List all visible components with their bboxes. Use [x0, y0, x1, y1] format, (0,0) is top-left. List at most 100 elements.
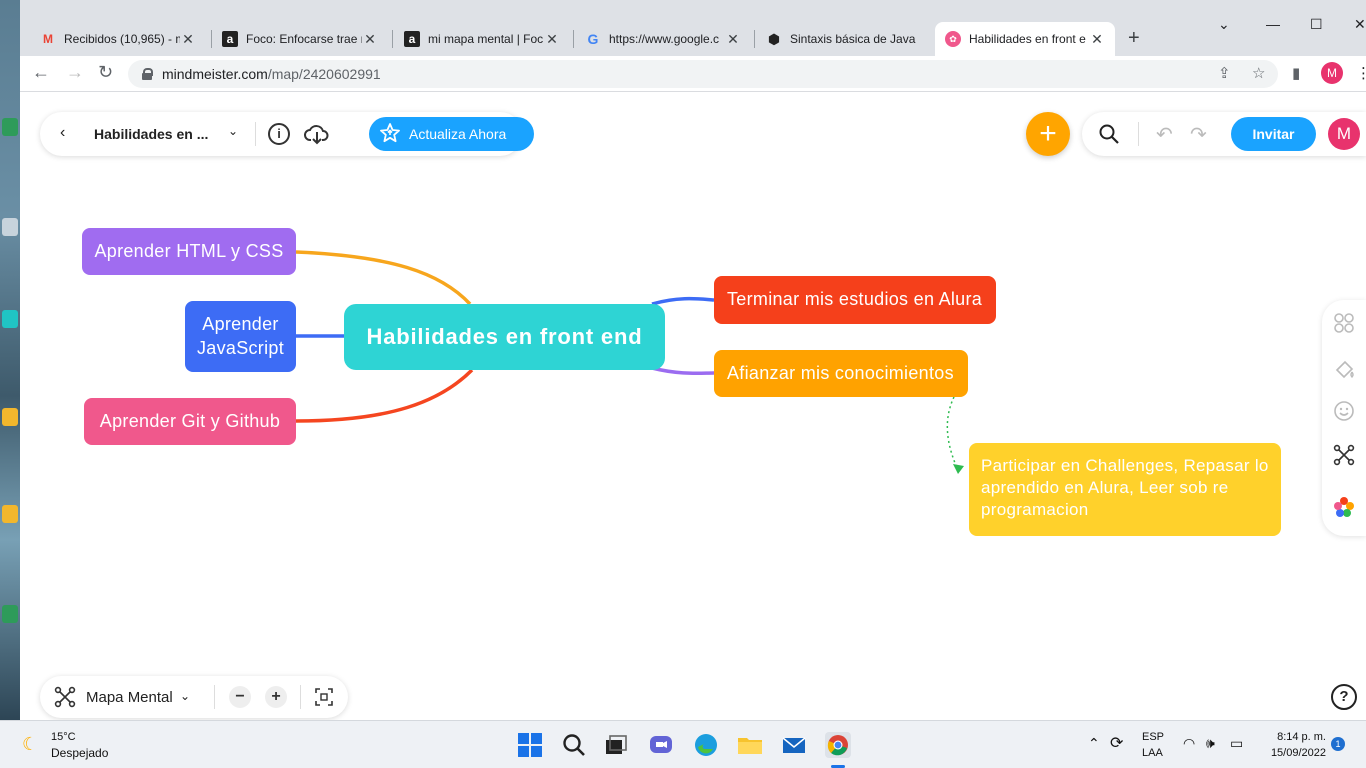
notification-badge[interactable]: 1 — [1331, 737, 1345, 751]
alura-icon: a — [404, 31, 420, 47]
desktop-shortcut-icon[interactable] — [2, 310, 18, 328]
chevron-up-icon[interactable]: ⌃ — [1088, 735, 1100, 752]
back-arrow-icon[interactable]: ← — [32, 62, 50, 83]
wifi-icon[interactable]: ◠ — [1183, 735, 1195, 752]
weather-description[interactable]: Despejado — [51, 746, 108, 760]
layout-selector[interactable]: Mapa Mental — [86, 689, 173, 706]
maximize-button[interactable]: ☐ — [1310, 16, 1323, 33]
forward-arrow-icon[interactable]: → — [66, 62, 84, 83]
close-icon[interactable]: ✕ — [725, 31, 741, 48]
desktop-background — [0, 0, 20, 720]
tab-gmail[interactable]: M Recibidos (10,965) - m ✕ — [30, 22, 206, 56]
weather-temperature[interactable]: 15°C — [51, 731, 76, 743]
new-tab-button[interactable]: + — [1128, 27, 1140, 50]
tab-mapa-mental[interactable]: a mi mapa mental | Foc ✕ — [394, 22, 570, 56]
node-javascript[interactable]: Aprender JavaScript — [185, 301, 296, 372]
chevron-left-icon[interactable]: ‹ — [60, 124, 65, 142]
map-title[interactable]: Habilidades en ... — [94, 126, 208, 142]
desktop-shortcut-icon[interactable] — [2, 505, 18, 523]
teams-chat-icon[interactable] — [648, 732, 674, 758]
close-icon[interactable]: ✕ — [1089, 31, 1105, 48]
connector-git — [295, 368, 474, 423]
volume-icon[interactable]: 🕪 — [1206, 735, 1215, 752]
moon-weather-icon[interactable]: ☾ — [22, 734, 38, 755]
reload-icon[interactable]: ↻ — [98, 62, 113, 83]
mindmap-layout-icon[interactable] — [54, 686, 76, 708]
chevron-down-icon[interactable]: ⌄ — [228, 124, 238, 138]
invite-button[interactable]: Invitar — [1231, 117, 1316, 151]
language-code[interactable]: ESP — [1142, 731, 1164, 743]
node-html-css[interactable]: Aprender HTML y CSS — [82, 228, 296, 275]
mindmap-canvas[interactable]: Aprender HTML y CSS Aprender JavaScript … — [20, 92, 1366, 720]
cloud-download-icon[interactable] — [304, 123, 330, 145]
map-actions-bar: ↶ ↷ Invitar M — [1082, 112, 1366, 156]
redo-icon[interactable]: ↷ — [1190, 122, 1207, 147]
tab-foco[interactable]: a Foco: Enfocarse trae m ✕ — [212, 22, 388, 56]
user-avatar[interactable]: M — [1328, 118, 1360, 150]
info-icon[interactable]: i — [268, 123, 290, 145]
paint-bucket-icon[interactable] — [1333, 358, 1355, 380]
chrome-icon[interactable] — [825, 732, 851, 758]
url-path: /map/2420602991 — [267, 66, 381, 82]
close-icon[interactable]: ✕ — [180, 31, 196, 48]
minimize-button[interactable]: — — [1266, 16, 1280, 32]
desktop-shortcut-icon[interactable] — [2, 408, 18, 426]
chevron-down-icon[interactable]: ⌄ — [180, 689, 190, 703]
keyboard-layout[interactable]: LAA — [1142, 747, 1163, 759]
node-git-github[interactable]: Aprender Git y Github — [84, 398, 296, 445]
battery-icon[interactable]: ▭ — [1230, 735, 1243, 752]
tab-search-chevron-icon[interactable]: ⌄ — [1218, 16, 1230, 33]
node-afianzar[interactable]: Afianzar mis conocimientos — [714, 350, 968, 397]
tab-habilidades[interactable]: ✿ Habilidades en front e ✕ — [935, 22, 1115, 56]
desktop-shortcut-icon[interactable] — [2, 605, 18, 623]
tab-separator — [754, 30, 755, 48]
search-icon[interactable] — [1098, 123, 1120, 145]
sync-icon[interactable]: ⟳ — [1110, 733, 1123, 753]
upgrade-button[interactable]: Actualiza Ahora — [369, 117, 534, 151]
bookmark-star-icon[interactable]: ☆ — [1252, 64, 1265, 82]
share-icon[interactable]: ⇪ — [1218, 64, 1231, 82]
node-root[interactable]: Habilidades en front end — [344, 304, 665, 370]
browser-window: M Recibidos (10,965) - m ✕ a Foco: Enfoc… — [20, 0, 1366, 720]
close-icon[interactable]: ✕ — [362, 31, 378, 48]
zoom-in-button[interactable]: + — [265, 686, 287, 708]
file-explorer-icon[interactable] — [737, 732, 763, 758]
tab-sintaxis[interactable]: ⬢ Sintaxis básica de Java — [756, 22, 932, 56]
address-bar[interactable]: mindmeister.com/map/2420602991 — [128, 60, 1278, 88]
search-icon[interactable] — [561, 732, 587, 758]
add-topic-button[interactable]: + — [1026, 112, 1070, 156]
menu-dots-icon[interactable]: ⋮ — [1356, 64, 1366, 82]
edge-browser-icon[interactable] — [693, 732, 719, 758]
zoom-out-button[interactable]: − — [229, 686, 251, 708]
clock-time[interactable]: 8:14 p. m. — [1266, 731, 1326, 743]
help-button[interactable]: ? — [1331, 684, 1357, 710]
emoji-icon[interactable] — [1333, 400, 1355, 422]
tab-google[interactable]: G https://www.google.c ✕ — [575, 22, 751, 56]
node-participar[interactable]: Participar en Challenges, Repasar lo apr… — [969, 443, 1281, 536]
fit-to-screen-icon[interactable] — [315, 688, 333, 706]
close-window-button[interactable]: ✕ — [1354, 16, 1366, 33]
view-controls-bar: Mapa Mental ⌄ − + — [40, 676, 348, 718]
desktop-shortcut-icon[interactable] — [2, 118, 18, 136]
mail-icon[interactable] — [781, 732, 807, 758]
clock-date[interactable]: 15/09/2022 — [1262, 747, 1326, 759]
lock-icon[interactable] — [142, 68, 153, 80]
tab-title: Foco: Enfocarse trae m — [246, 32, 362, 46]
theme-flower-icon[interactable] — [1333, 496, 1355, 518]
divider — [1138, 122, 1139, 146]
side-panel-icon[interactable]: ▮ — [1292, 64, 1300, 82]
tab-strip: M Recibidos (10,965) - m ✕ a Foco: Enfoc… — [20, 0, 1366, 56]
task-view-icon[interactable] — [603, 732, 629, 758]
divider — [300, 685, 301, 709]
windows-start-icon[interactable] — [517, 732, 543, 758]
topic-style-icon[interactable] — [1333, 312, 1355, 334]
undo-icon[interactable]: ↶ — [1156, 122, 1173, 147]
desktop-shortcut-icon[interactable] — [2, 218, 18, 236]
alura-icon: a — [222, 31, 238, 47]
profile-avatar[interactable]: M — [1321, 62, 1343, 84]
node-terminar-estudios[interactable]: Terminar mis estudios en Alura — [714, 276, 996, 324]
side-toolbar — [1322, 300, 1366, 536]
close-icon[interactable]: ✕ — [544, 31, 560, 48]
tab-separator — [573, 30, 574, 48]
mindmap-layout-icon[interactable] — [1333, 444, 1355, 466]
